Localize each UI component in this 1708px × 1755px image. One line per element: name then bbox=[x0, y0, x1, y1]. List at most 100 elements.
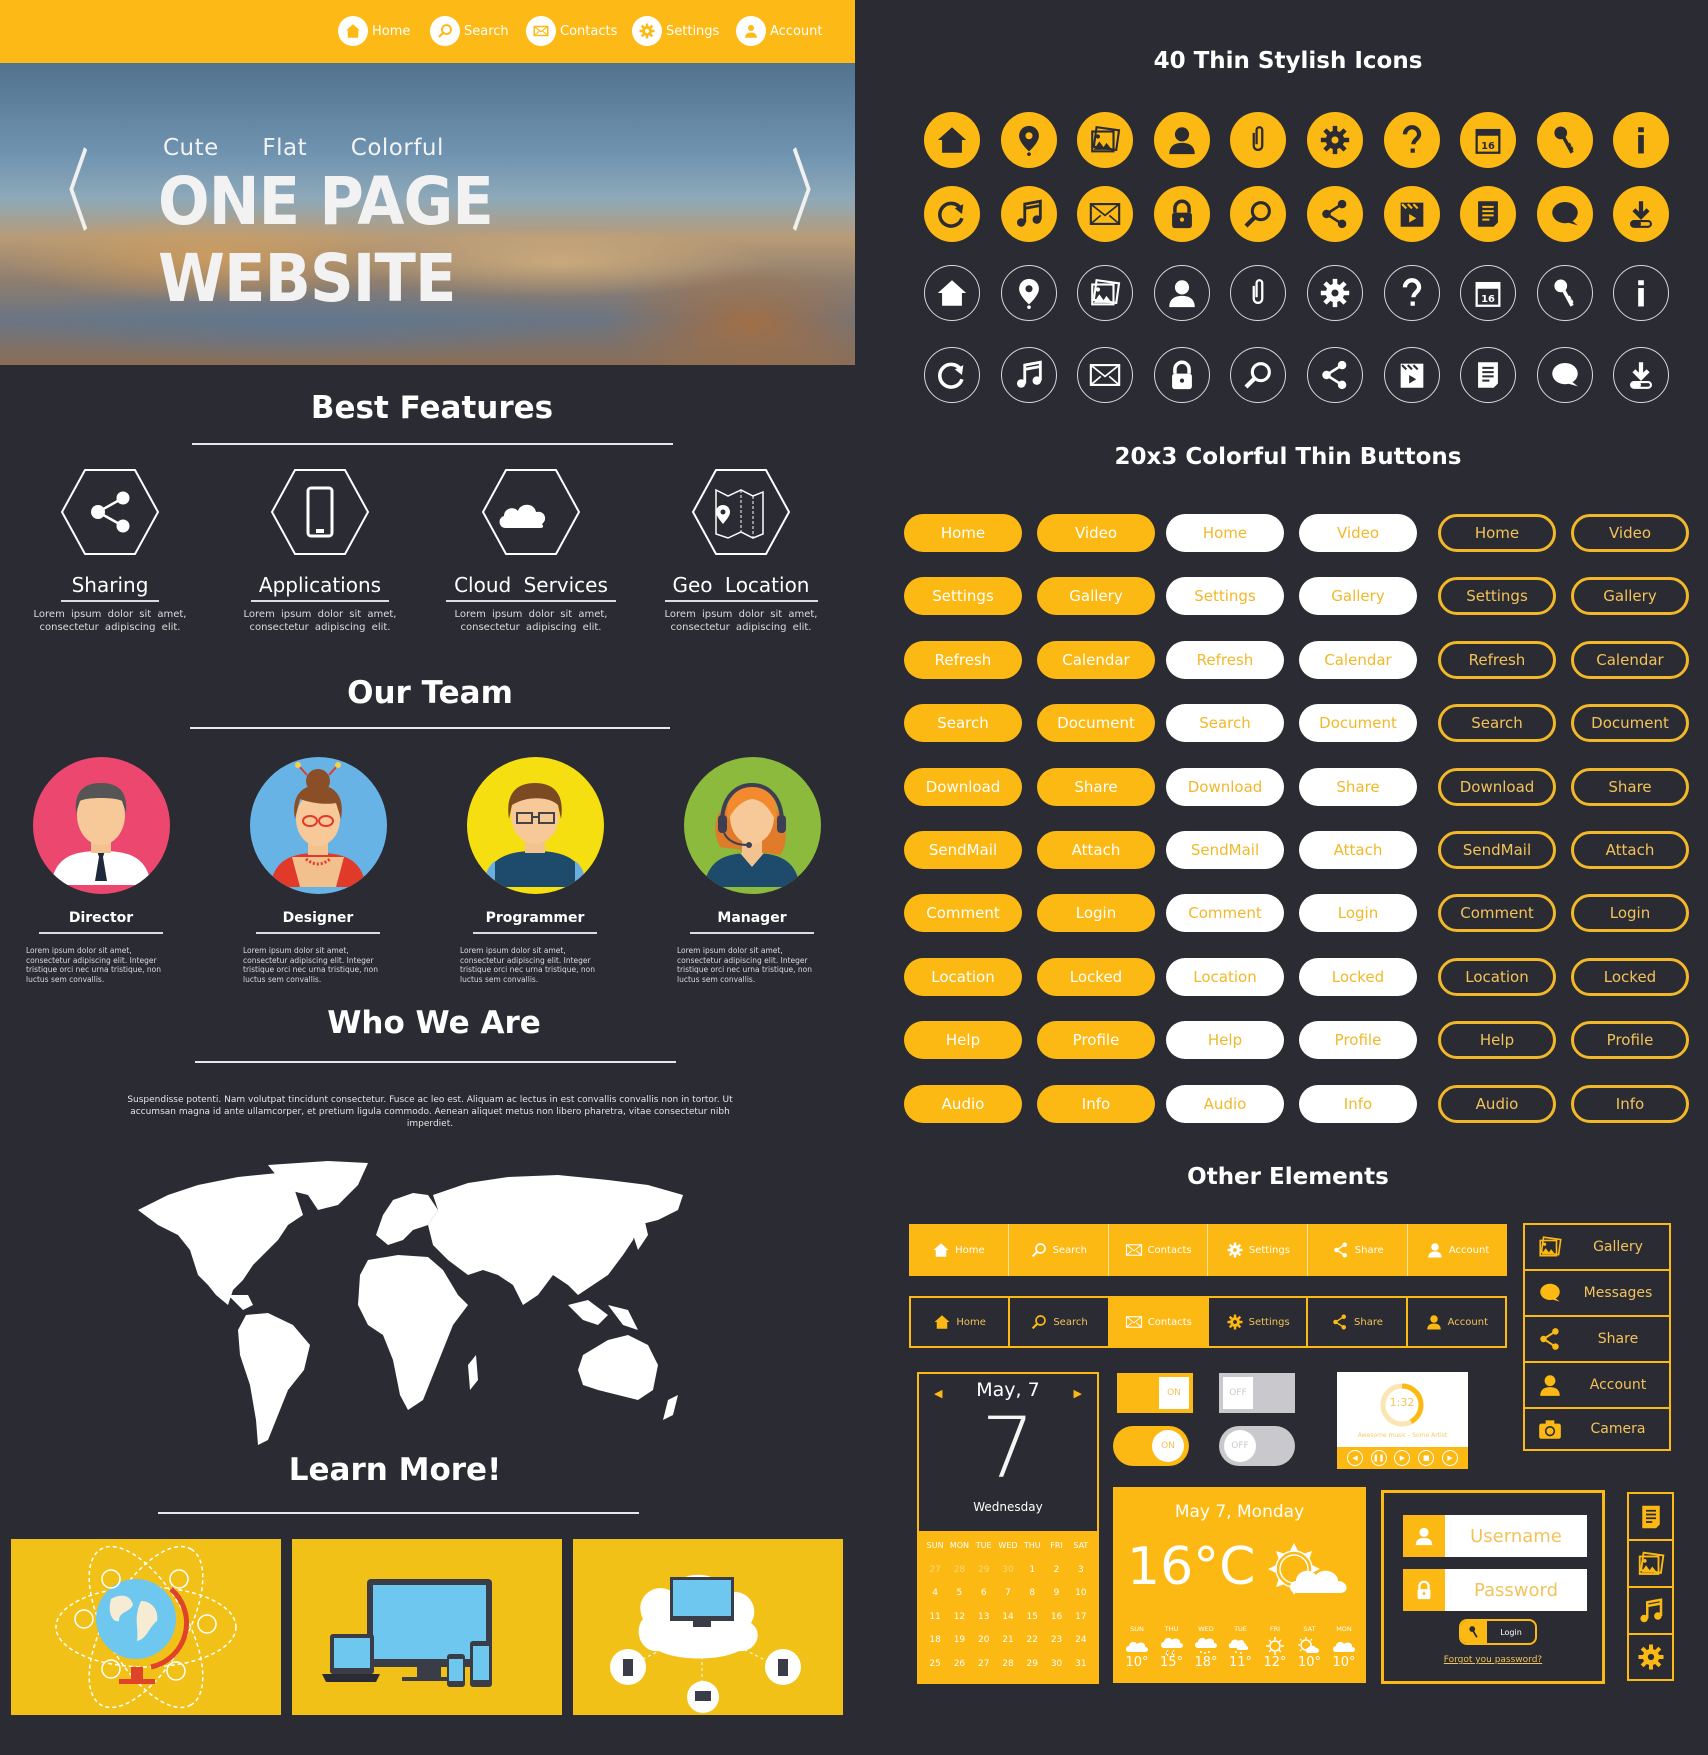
calendar-day[interactable]: 4 bbox=[923, 1588, 947, 1612]
learn-card-cloud[interactable] bbox=[573, 1539, 843, 1715]
filled-search-icon[interactable] bbox=[1230, 186, 1287, 242]
calendar-day[interactable]: 1 bbox=[1020, 1565, 1044, 1589]
nav2-item-account[interactable]: Account bbox=[1408, 1298, 1505, 1346]
button-attach-filled[interactable]: Attach bbox=[1037, 831, 1155, 869]
forgot-password-link[interactable]: Forgot you password? bbox=[1384, 1655, 1602, 1665]
calendar-day[interactable]: 12 bbox=[947, 1612, 971, 1636]
password-field[interactable]: Password bbox=[1403, 1569, 1587, 1611]
calendar-day[interactable]: 27 bbox=[923, 1565, 947, 1589]
outline-user-icon[interactable] bbox=[1153, 265, 1210, 321]
calendar-day[interactable]: 30 bbox=[1044, 1659, 1068, 1683]
button-location-filled[interactable]: Location bbox=[904, 957, 1022, 996]
top-nav-contacts[interactable]: Contacts bbox=[526, 14, 617, 48]
button-profile-outline[interactable]: Profile bbox=[1571, 1021, 1689, 1060]
side-menu-item-messages[interactable]: Messages bbox=[1525, 1271, 1669, 1317]
button-help-filled[interactable]: Help bbox=[904, 1021, 1022, 1060]
button-attach-white[interactable]: Attach bbox=[1299, 831, 1417, 869]
nav1-item-search[interactable]: Search bbox=[1009, 1224, 1109, 1276]
outline-video-icon[interactable] bbox=[1383, 347, 1440, 403]
outline-home-icon[interactable] bbox=[924, 265, 980, 321]
button-refresh-filled[interactable]: Refresh bbox=[904, 640, 1022, 679]
top-nav-search[interactable]: Search bbox=[430, 14, 509, 48]
button-home-white[interactable]: Home bbox=[1166, 514, 1284, 552]
top-nav-account[interactable]: Account bbox=[736, 14, 823, 48]
outline-download-icon[interactable] bbox=[1613, 347, 1670, 403]
calendar-day[interactable]: 16 bbox=[1044, 1612, 1068, 1636]
button-gallery-white[interactable]: Gallery bbox=[1299, 577, 1417, 616]
button-home-filled[interactable]: Home bbox=[904, 514, 1022, 552]
filled-lock-icon[interactable] bbox=[1153, 186, 1210, 242]
calendar-day[interactable]: 5 bbox=[947, 1588, 971, 1612]
calendar-day[interactable]: 25 bbox=[923, 1659, 947, 1683]
button-comment-white[interactable]: Comment bbox=[1166, 894, 1284, 933]
toggle-round-on[interactable]: ON bbox=[1113, 1426, 1189, 1466]
button-login-outline[interactable]: Login bbox=[1571, 894, 1689, 933]
outline-calendar-icon[interactable]: 16 bbox=[1460, 265, 1517, 321]
filled-mail-icon[interactable] bbox=[1077, 186, 1134, 242]
calendar-day[interactable]: 14 bbox=[996, 1612, 1020, 1636]
calendar-day[interactable]: 29 bbox=[1020, 1659, 1044, 1683]
button-audio-white[interactable]: Audio bbox=[1166, 1084, 1284, 1123]
button-comment-filled[interactable]: Comment bbox=[904, 894, 1022, 933]
button-settings-outline[interactable]: Settings bbox=[1438, 577, 1556, 616]
nav1-item-share[interactable]: Share bbox=[1308, 1224, 1409, 1276]
top-nav-home[interactable]: Home bbox=[338, 14, 410, 48]
side-menu-item-share[interactable]: Share bbox=[1525, 1317, 1669, 1363]
filled-video-icon[interactable] bbox=[1383, 186, 1440, 242]
outline-mail-icon[interactable] bbox=[1077, 347, 1134, 403]
calendar-day[interactable]: 27 bbox=[972, 1659, 996, 1683]
calendar-day[interactable]: 28 bbox=[996, 1659, 1020, 1683]
filled-question-icon[interactable] bbox=[1383, 112, 1440, 168]
calendar-day[interactable]: 7 bbox=[996, 1588, 1020, 1612]
button-attach-outline[interactable]: Attach bbox=[1571, 831, 1689, 869]
button-audio-filled[interactable]: Audio bbox=[904, 1084, 1022, 1123]
calendar-next-arrow[interactable]: ▶ bbox=[1074, 1387, 1082, 1400]
outline-refresh-icon[interactable] bbox=[924, 347, 980, 403]
nav1-item-home[interactable]: Home bbox=[909, 1224, 1009, 1276]
side-icon-button-music[interactable] bbox=[1629, 1588, 1672, 1635]
filled-refresh-icon[interactable] bbox=[924, 186, 980, 242]
calendar-day[interactable]: 21 bbox=[996, 1635, 1020, 1659]
calendar-day[interactable]: 26 bbox=[947, 1659, 971, 1683]
side-menu-item-camera[interactable]: Camera bbox=[1525, 1409, 1669, 1449]
button-profile-white[interactable]: Profile bbox=[1299, 1021, 1417, 1060]
play-button[interactable]: ▶ bbox=[1394, 1450, 1411, 1466]
button-audio-outline[interactable]: Audio bbox=[1438, 1084, 1556, 1123]
button-refresh-outline[interactable]: Refresh bbox=[1438, 640, 1556, 679]
button-help-white[interactable]: Help bbox=[1166, 1021, 1284, 1060]
calendar-day[interactable]: 3 bbox=[1069, 1565, 1093, 1589]
button-locked-filled[interactable]: Locked bbox=[1037, 957, 1155, 996]
filled-paperclip-icon[interactable] bbox=[1230, 112, 1287, 168]
calendar-day[interactable]: 20 bbox=[972, 1635, 996, 1659]
filled-comment-icon[interactable] bbox=[1536, 186, 1593, 242]
side-menu-item-account[interactable]: Account bbox=[1525, 1363, 1669, 1409]
outline-paperclip-icon[interactable] bbox=[1230, 265, 1287, 321]
button-calendar-outline[interactable]: Calendar bbox=[1571, 640, 1689, 679]
button-home-outline[interactable]: Home bbox=[1438, 514, 1556, 552]
toggle-square-on[interactable]: ON bbox=[1117, 1373, 1193, 1413]
filled-download-icon[interactable] bbox=[1613, 186, 1670, 242]
button-video-filled[interactable]: Video bbox=[1037, 514, 1155, 552]
side-icon-button-gear[interactable] bbox=[1629, 1635, 1672, 1679]
button-info-white[interactable]: Info bbox=[1299, 1084, 1417, 1123]
filled-music-icon[interactable] bbox=[1000, 186, 1057, 242]
button-locked-white[interactable]: Locked bbox=[1299, 957, 1417, 996]
side-icon-button-document[interactable] bbox=[1629, 1494, 1672, 1541]
calendar-day[interactable]: 9 bbox=[1044, 1588, 1068, 1612]
outline-search-icon[interactable] bbox=[1230, 347, 1287, 403]
hero-prev-arrow[interactable]: 〈 bbox=[40, 148, 90, 238]
button-share-filled[interactable]: Share bbox=[1037, 767, 1155, 806]
calendar-day[interactable]: 2 bbox=[1044, 1565, 1068, 1589]
calendar-day[interactable]: 22 bbox=[1020, 1635, 1044, 1659]
outline-document-icon[interactable] bbox=[1460, 347, 1517, 403]
learn-card-devices[interactable] bbox=[292, 1539, 562, 1715]
button-search-white[interactable]: Search bbox=[1166, 704, 1284, 743]
button-sendmail-white[interactable]: SendMail bbox=[1166, 831, 1284, 869]
nav2-item-share[interactable]: Share bbox=[1308, 1298, 1408, 1346]
button-document-filled[interactable]: Document bbox=[1037, 704, 1155, 743]
learn-card-globe[interactable] bbox=[11, 1539, 281, 1715]
toggle-round-off[interactable]: OFF bbox=[1219, 1426, 1295, 1466]
username-field[interactable]: Username bbox=[1403, 1515, 1587, 1557]
calendar-day[interactable]: 13 bbox=[972, 1612, 996, 1636]
button-login-white[interactable]: Login bbox=[1299, 894, 1417, 933]
